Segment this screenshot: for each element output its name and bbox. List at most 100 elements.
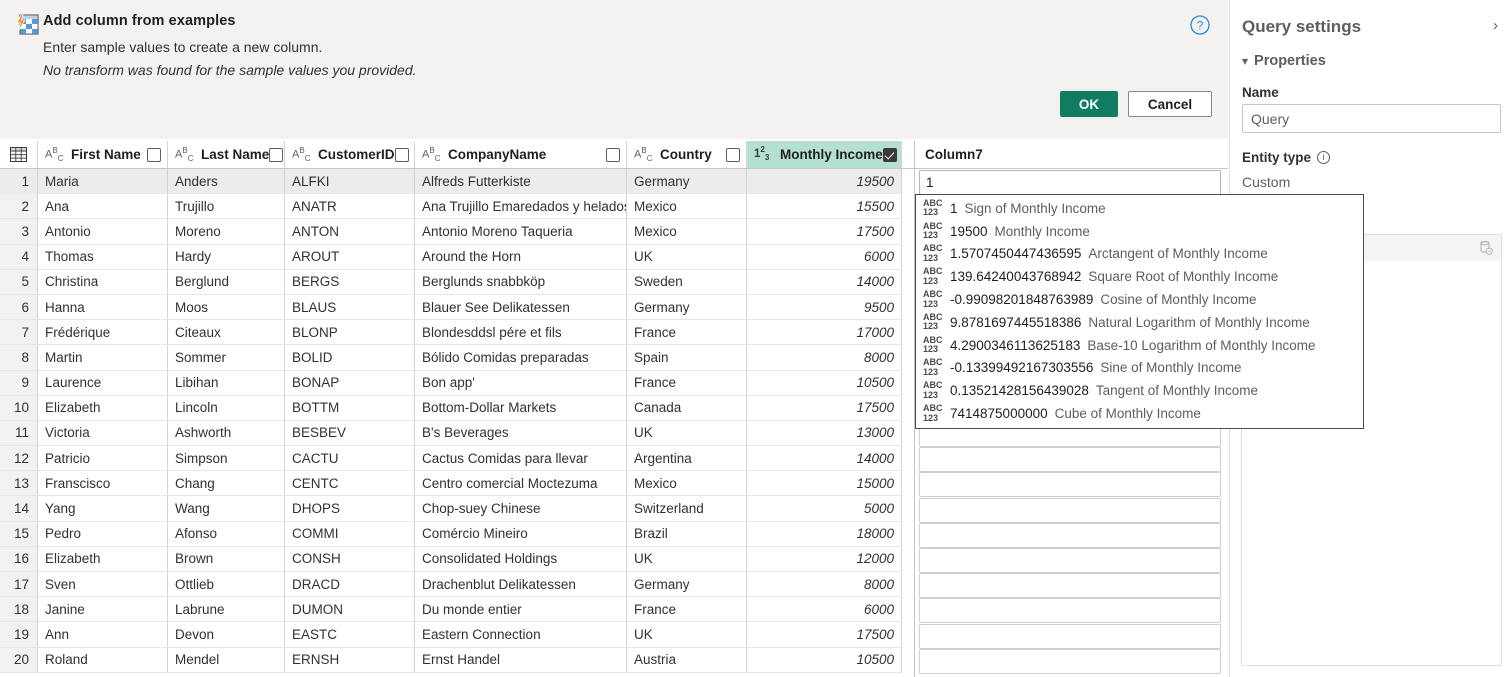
- cell-last-name[interactable]: Ashworth: [168, 420, 285, 447]
- cell-country[interactable]: France: [627, 597, 747, 623]
- cell-first-name[interactable]: Franscisco: [38, 471, 168, 497]
- cell-monthly-income[interactable]: 17500: [747, 219, 902, 245]
- row-number[interactable]: 1: [0, 169, 38, 195]
- row-number[interactable]: 12: [0, 446, 38, 472]
- cell-companyname[interactable]: Centro comercial Moctezuma: [415, 471, 627, 497]
- cell-country[interactable]: Canada: [627, 395, 747, 421]
- row-number[interactable]: 19: [0, 622, 38, 648]
- cell-country[interactable]: UK: [627, 546, 747, 572]
- cell-customerid[interactable]: BOLID: [285, 345, 415, 371]
- column-select-checkbox[interactable]: [726, 147, 740, 162]
- collapse-panel-chevron-right-icon[interactable]: ›: [1493, 18, 1498, 33]
- cell-customerid[interactable]: DRACD: [285, 572, 415, 598]
- cell-first-name[interactable]: Martin: [38, 345, 168, 371]
- cell-customerid[interactable]: ALFKI: [285, 169, 415, 195]
- cell-companyname[interactable]: Bon app': [415, 370, 627, 396]
- cell-customerid[interactable]: BONAP: [285, 370, 415, 396]
- query-name-input[interactable]: [1242, 104, 1501, 133]
- cell-companyname[interactable]: Consolidated Holdings: [415, 546, 627, 572]
- suggestion-item[interactable]: ABC 123 7414875000000 Cube of Monthly Incom…: [916, 402, 1363, 425]
- cell-monthly-income[interactable]: 14000: [747, 269, 902, 295]
- cell-first-name[interactable]: Sven: [38, 572, 168, 598]
- cell-customerid[interactable]: EASTC: [285, 622, 415, 648]
- select-all-table-icon[interactable]: [0, 141, 38, 168]
- cell-customerid[interactable]: BESBEV: [285, 420, 415, 447]
- column-select-checkbox[interactable]: [606, 147, 620, 162]
- cell-first-name[interactable]: Victoria: [38, 420, 168, 447]
- cell-country[interactable]: Germany: [627, 572, 747, 598]
- cell-monthly-income[interactable]: 13000: [747, 420, 902, 447]
- column-select-checkbox[interactable]: [147, 147, 161, 162]
- cell-first-name[interactable]: Elizabeth: [38, 395, 168, 421]
- cell-last-name[interactable]: Labrune: [168, 597, 285, 623]
- cell-monthly-income[interactable]: 10500: [747, 370, 902, 396]
- cell-monthly-income[interactable]: 17500: [747, 622, 902, 648]
- cell-country[interactable]: Germany: [627, 294, 747, 321]
- cell-last-name[interactable]: Trujillo: [168, 194, 285, 220]
- row-number[interactable]: 13: [0, 471, 38, 497]
- new-column-sample-input[interactable]: [919, 170, 1221, 195]
- new-column-cell[interactable]: [919, 447, 1221, 473]
- cell-country[interactable]: Mexico: [627, 194, 747, 220]
- cell-country[interactable]: France: [627, 320, 747, 346]
- cell-first-name[interactable]: Ana: [38, 194, 168, 220]
- cell-companyname[interactable]: Du monde entier: [415, 597, 627, 623]
- cell-monthly-income[interactable]: 17500: [747, 395, 902, 421]
- row-number[interactable]: 15: [0, 521, 38, 547]
- cell-monthly-income[interactable]: 18000: [747, 521, 902, 547]
- column-select-checkbox[interactable]: [394, 147, 409, 162]
- row-number[interactable]: 18: [0, 597, 38, 623]
- cell-last-name[interactable]: Ottlieb: [168, 572, 285, 598]
- cell-last-name[interactable]: Chang: [168, 471, 285, 497]
- cell-country[interactable]: Austria: [627, 647, 747, 673]
- cell-companyname[interactable]: Alfreds Futterkiste: [415, 169, 627, 195]
- cell-customerid[interactable]: COMMI: [285, 521, 415, 547]
- cell-first-name[interactable]: Patricio: [38, 446, 168, 472]
- cell-country[interactable]: Brazil: [627, 521, 747, 547]
- ok-button[interactable]: OK: [1060, 91, 1118, 117]
- cell-first-name[interactable]: Christina: [38, 269, 168, 295]
- cell-last-name[interactable]: Devon: [168, 622, 285, 648]
- cell-companyname[interactable]: B's Beverages: [415, 420, 627, 447]
- cell-customerid[interactable]: ERNSH: [285, 647, 415, 673]
- column-header-companyname[interactable]: ABC CompanyName: [415, 141, 627, 168]
- cell-companyname[interactable]: Chop-suey Chinese: [415, 496, 627, 522]
- cell-first-name[interactable]: Maria: [38, 169, 168, 195]
- cell-customerid[interactable]: CACTU: [285, 446, 415, 472]
- database-icon[interactable]: [1478, 240, 1494, 256]
- cell-customerid[interactable]: AROUT: [285, 244, 415, 270]
- cell-first-name[interactable]: Antonio: [38, 219, 168, 245]
- row-number[interactable]: 9: [0, 370, 38, 396]
- cell-monthly-income[interactable]: 15500: [747, 194, 902, 220]
- row-number[interactable]: 20: [0, 647, 38, 673]
- suggestion-item[interactable]: ABC 123 1 Sign of Monthly Income: [916, 197, 1363, 220]
- cell-last-name[interactable]: Sommer: [168, 345, 285, 371]
- column-select-checkbox[interactable]: [882, 147, 897, 162]
- cell-country[interactable]: Mexico: [627, 219, 747, 245]
- cell-first-name[interactable]: Thomas: [38, 244, 168, 270]
- cell-customerid[interactable]: CONSH: [285, 546, 415, 572]
- cell-last-name[interactable]: Hardy: [168, 244, 285, 270]
- cell-last-name[interactable]: Mendel: [168, 647, 285, 673]
- cell-monthly-income[interactable]: 5000: [747, 496, 902, 522]
- cell-companyname[interactable]: Bottom-Dollar Markets: [415, 395, 627, 421]
- cell-customerid[interactable]: BOTTM: [285, 395, 415, 421]
- new-column-cell[interactable]: [919, 522, 1221, 548]
- cell-country[interactable]: Spain: [627, 345, 747, 371]
- cell-last-name[interactable]: Citeaux: [168, 320, 285, 346]
- cell-monthly-income[interactable]: 17000: [747, 320, 902, 346]
- suggestion-item[interactable]: ABC 123 -0.13399492167303556 Sine of Monthl…: [916, 357, 1363, 380]
- cell-monthly-income[interactable]: 10500: [747, 647, 902, 673]
- cell-customerid[interactable]: ANATR: [285, 194, 415, 220]
- cell-country[interactable]: UK: [627, 420, 747, 447]
- cell-companyname[interactable]: Ana Trujillo Emaredados y helados: [415, 194, 627, 220]
- column-header-first-name[interactable]: ABC First Name: [38, 141, 168, 168]
- column-header-last-name[interactable]: ABC Last Name: [168, 141, 285, 168]
- cell-country[interactable]: France: [627, 370, 747, 396]
- row-number[interactable]: 3: [0, 219, 38, 245]
- suggestion-item[interactable]: ABC 123 1.5707450447436595 Arctangent of Mo…: [916, 243, 1363, 266]
- cell-first-name[interactable]: Yang: [38, 496, 168, 522]
- suggestion-item[interactable]: ABC 123 4.2900346113625183 Base-10 Logarith…: [916, 334, 1363, 357]
- cell-monthly-income[interactable]: 15000: [747, 471, 902, 497]
- new-column-cell[interactable]: [919, 623, 1221, 649]
